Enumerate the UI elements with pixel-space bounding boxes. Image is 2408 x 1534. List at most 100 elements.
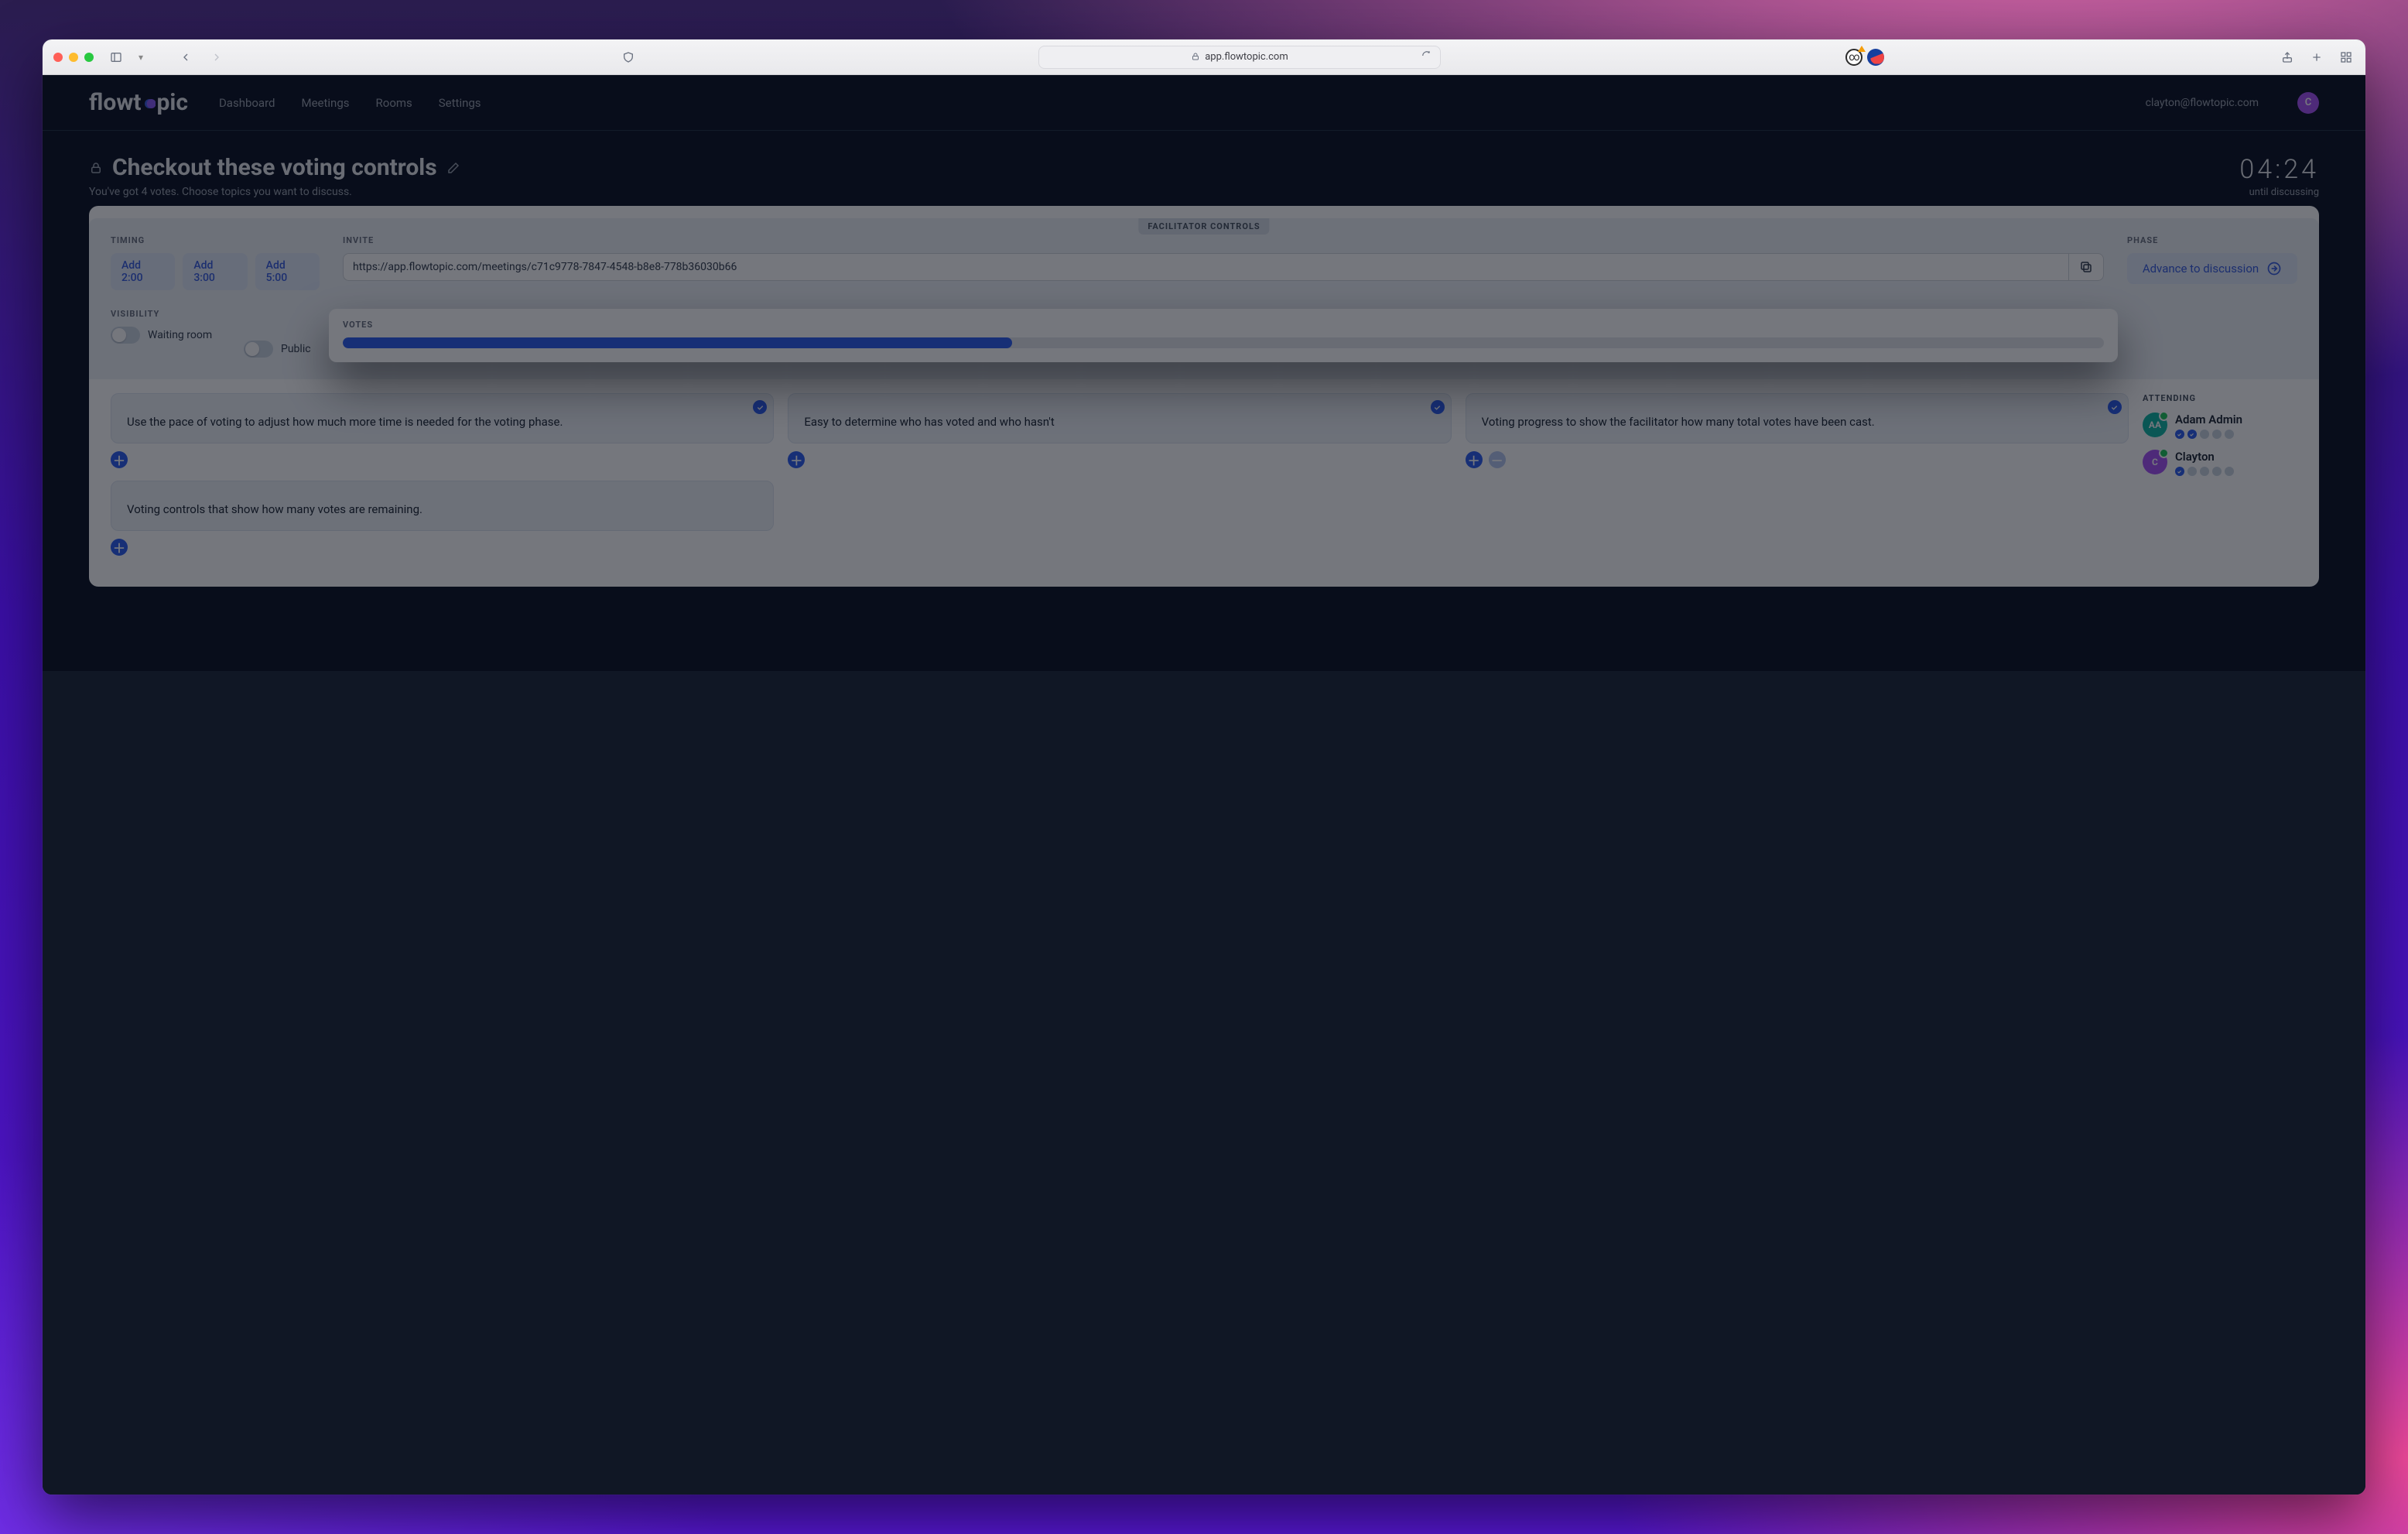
vote-dot (2175, 467, 2184, 476)
attendee-row: C Clayton (2143, 450, 2297, 476)
brand-dot-icon (143, 89, 156, 116)
topic-card[interactable]: Voting controls that show how many votes… (111, 481, 774, 531)
tab-overview-icon[interactable] (2338, 49, 2355, 66)
vote-dot (2200, 467, 2209, 476)
attendee-avatar: C (2143, 450, 2167, 474)
back-button[interactable] (177, 49, 194, 66)
topic-card-text: Voting controls that show how many votes… (127, 502, 422, 516)
share-icon[interactable] (2279, 49, 2296, 66)
add-vote-button[interactable]: ＋ (111, 451, 128, 468)
sidebar-toggle-icon[interactable] (108, 49, 125, 66)
copy-invite-button[interactable] (2068, 253, 2104, 281)
new-tab-icon[interactable] (2308, 49, 2325, 66)
close-window-button[interactable] (53, 53, 63, 62)
nav-meetings[interactable]: Meetings (302, 96, 350, 110)
nav-links: Dashboard Meetings Rooms Settings (219, 96, 481, 110)
attendee-name: Adam Admin (2175, 413, 2242, 426)
page-title-row: Checkout these voting controls (89, 154, 460, 181)
invite-section: INVITE https://app.flowtopic.com/meeting… (343, 235, 2104, 290)
sidebar-toggle-chevron-icon[interactable]: ▾ (139, 52, 143, 63)
zoom-window-button[interactable] (84, 53, 94, 62)
forward-button[interactable] (208, 49, 225, 66)
reload-icon[interactable] (1421, 50, 1432, 64)
invite-url-field[interactable]: https://app.flowtopic.com/meetings/c71c9… (343, 253, 2068, 281)
topic-card[interactable]: Easy to determine who has voted and who … (788, 393, 1451, 443)
vote-dot (2200, 430, 2209, 439)
brand-text-pre: flowt (89, 89, 142, 116)
toggle-public-label: Public (281, 343, 311, 355)
attendee-vote-dots (2175, 467, 2234, 476)
extension-globe-icon[interactable] (1867, 49, 1884, 66)
nav-dashboard[interactable]: Dashboard (219, 96, 275, 110)
toggle-waiting-room-label: Waiting room (148, 329, 212, 341)
remove-vote-button[interactable]: － (1489, 451, 1506, 468)
topic-card[interactable]: Use the pace of voting to adjust how muc… (111, 393, 774, 443)
visibility-heading: VISIBILITY (111, 309, 320, 319)
advance-phase-label: Advance to discussion (2143, 262, 2259, 276)
brand-text-post: pic (157, 89, 188, 116)
add-vote-button[interactable]: ＋ (788, 451, 805, 468)
lock-icon (1191, 50, 1200, 64)
add-time-2[interactable]: Add 2:00 (111, 253, 175, 290)
browser-titlebar: ▾ app.flowtopic.com (43, 39, 2365, 75)
phase-timer: 04:24 until discussing (2239, 154, 2319, 198)
votes-heading: VOTES (343, 320, 2104, 330)
browser-extensions (1845, 49, 1884, 66)
vote-dot (2187, 467, 2197, 476)
nav-rooms[interactable]: Rooms (376, 96, 412, 110)
window-controls (53, 53, 94, 62)
add-vote-button[interactable]: ＋ (1466, 451, 1483, 468)
address-bar-text: app.flowtopic.com (1205, 51, 1288, 63)
nav-settings[interactable]: Settings (439, 96, 481, 110)
invite-heading: INVITE (343, 235, 2104, 245)
votes-progress-fill (343, 337, 1012, 348)
vote-dot (2187, 430, 2197, 439)
phase-heading: PHASE (2127, 235, 2297, 245)
toggle-waiting-room[interactable] (111, 327, 140, 344)
attending-section: ATTENDING AA Adam Admin C Clayton (2143, 393, 2297, 556)
page-title: Checkout these voting controls (112, 154, 437, 181)
votes-progress-track (343, 337, 2104, 348)
vote-dot (2212, 430, 2222, 439)
voted-badge-icon (2108, 400, 2122, 414)
vote-dot (2225, 467, 2234, 476)
heading-row: Checkout these voting controls You've go… (43, 131, 2365, 206)
facilitator-controls-label: FACILITATOR CONTROLS (1138, 218, 1269, 235)
topic-card-text: Easy to determine who has voted and who … (804, 415, 1055, 429)
edit-title-icon[interactable] (446, 154, 460, 181)
timer-value: 04:24 (2239, 154, 2319, 185)
vote-dot (2225, 430, 2234, 439)
vote-dot (2175, 430, 2184, 439)
toggle-public[interactable] (244, 341, 273, 358)
app-navbar: flowt pic Dashboard Meetings Rooms Setti… (43, 75, 2365, 131)
voting-cards-area: Use the pace of voting to adjust how muc… (89, 379, 2319, 570)
phase-section: PHASE Advance to discussion (2127, 235, 2297, 290)
add-time-3[interactable]: Add 3:00 (183, 253, 247, 290)
timing-section: TIMING Add 2:00 Add 3:00 Add 5:00 (111, 235, 320, 290)
lock-icon (89, 154, 103, 181)
voted-badge-icon (753, 400, 767, 414)
topic-card-text: Use the pace of voting to adjust how muc… (127, 415, 563, 429)
vote-dot (2212, 467, 2222, 476)
add-vote-button[interactable]: ＋ (111, 539, 128, 556)
extension-infinity-icon[interactable] (1845, 49, 1862, 66)
user-email[interactable]: clayton@flowtopic.com (2146, 97, 2259, 109)
voted-badge-icon (1431, 400, 1445, 414)
attendee-row: AA Adam Admin (2143, 413, 2297, 439)
safari-window: ▾ app.flowtopic.com (43, 39, 2365, 1495)
timing-heading: TIMING (111, 235, 320, 245)
toggle-public-wrap: Public (244, 341, 311, 358)
votes-section: VOTES (329, 309, 2118, 362)
page-content: flowt pic Dashboard Meetings Rooms Setti… (43, 75, 2365, 1495)
facilitator-panel: FACILITATOR CONTROLS TIMING Add 2:00 Add… (89, 206, 2319, 587)
add-time-5[interactable]: Add 5:00 (255, 253, 320, 290)
privacy-shield-icon[interactable] (620, 49, 637, 66)
advance-phase-button[interactable]: Advance to discussion (2127, 253, 2297, 284)
address-bar[interactable]: app.flowtopic.com (1038, 46, 1441, 69)
user-avatar[interactable]: C (2297, 92, 2319, 114)
minimize-window-button[interactable] (69, 53, 78, 62)
brand-logo[interactable]: flowt pic (89, 89, 188, 116)
timer-caption: until discussing (2239, 187, 2319, 198)
attendee-vote-dots (2175, 430, 2242, 439)
topic-card[interactable]: Voting progress to show the facilitator … (1466, 393, 2129, 443)
